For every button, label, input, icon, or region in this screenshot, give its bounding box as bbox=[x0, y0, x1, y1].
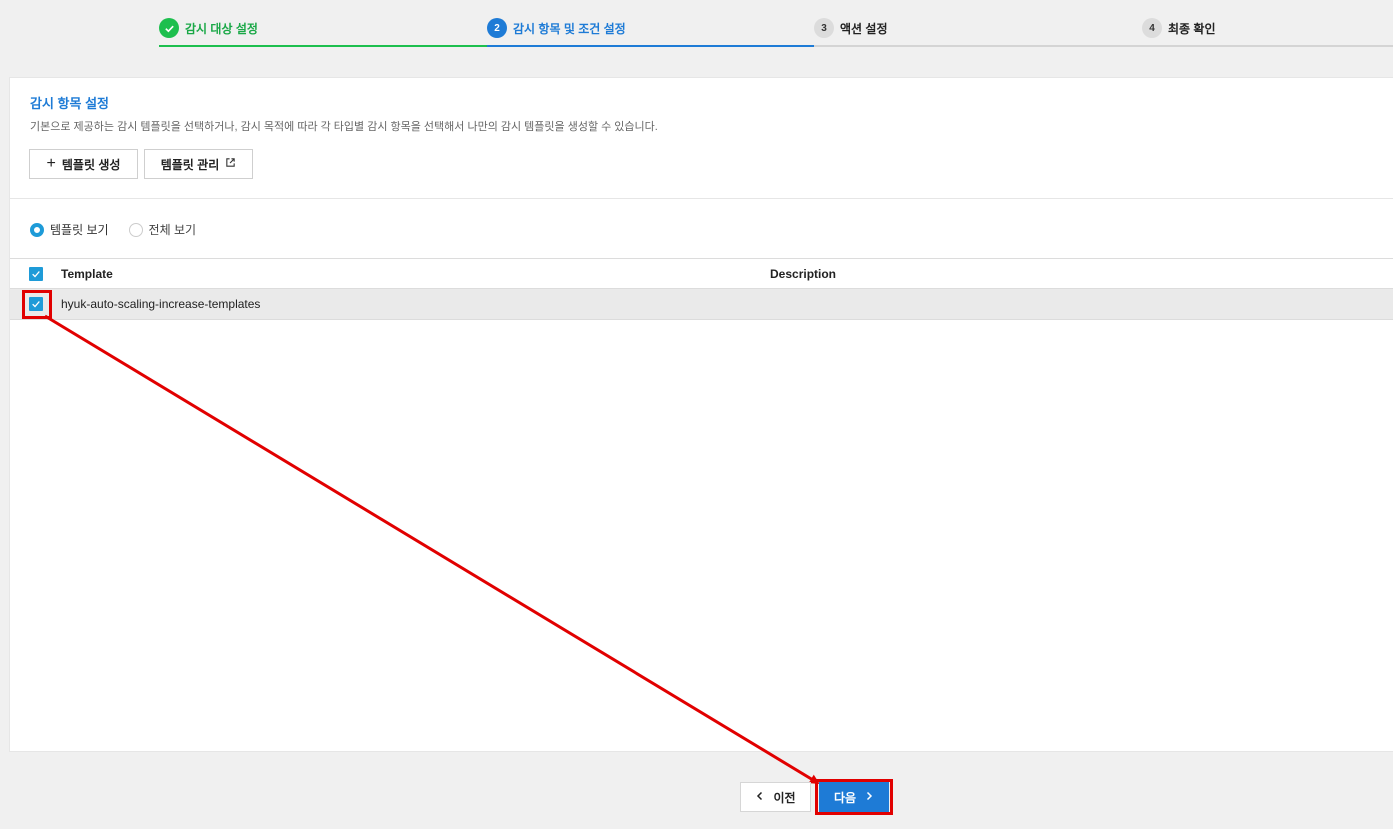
radio-label: 전체 보기 bbox=[148, 223, 197, 237]
prev-button[interactable]: 이전 bbox=[740, 782, 811, 812]
step-number: 2 bbox=[487, 18, 507, 38]
section-title: 감시 항목 설정 bbox=[30, 96, 109, 111]
progress-stepper: 감시 대상 설정 2 감시 항목 및 조건 설정 3 액션 설정 4 최종 확인 bbox=[0, 0, 1393, 48]
radio-unchecked-icon bbox=[128, 222, 143, 237]
step-label: 최종 확인 bbox=[1168, 21, 1216, 36]
section-divider bbox=[10, 198, 1393, 199]
radio-checked-icon bbox=[30, 222, 44, 237]
step-label: 감시 대상 설정 bbox=[185, 21, 258, 36]
chevron-left-icon bbox=[755, 790, 765, 804]
section-description: 기본으로 제공하는 감시 템플릿을 선택하거나, 감시 목적에 따라 각 타입별… bbox=[30, 121, 658, 133]
step-label: 감시 항목 및 조건 설정 bbox=[513, 21, 626, 36]
radio-label: 템플릿 보기 bbox=[50, 223, 109, 237]
prev-label: 이전 bbox=[773, 790, 796, 805]
template-name-cell: hyuk-auto-scaling-increase-templates bbox=[61, 297, 261, 311]
view-mode-radio-group: 템플릿 보기 전체 보기 bbox=[30, 221, 196, 238]
radio-all-view[interactable]: 전체 보기 bbox=[128, 221, 197, 238]
column-header-template[interactable]: Template bbox=[61, 267, 113, 281]
table-row[interactable]: hyuk-auto-scaling-increase-templates bbox=[10, 289, 1393, 320]
next-button-highlight-box bbox=[815, 779, 893, 815]
manage-template-button[interactable]: 템플릿 관리 bbox=[144, 149, 253, 179]
monitoring-item-panel: 감시 항목 설정 기본으로 제공하는 감시 템플릿을 선택하거나, 감시 목적에… bbox=[9, 77, 1393, 752]
step-label: 액션 설정 bbox=[840, 21, 888, 36]
step-item-condition-setting: 2 감시 항목 및 조건 설정 bbox=[487, 0, 814, 47]
column-header-description[interactable]: Description bbox=[770, 267, 836, 281]
step-action-setting: 3 액션 설정 bbox=[814, 0, 1142, 47]
create-template-button[interactable]: + 템플릿 생성 bbox=[29, 149, 138, 179]
table-header: Template Description bbox=[10, 258, 1393, 289]
create-template-label: 템플릿 생성 bbox=[61, 157, 121, 172]
step-final-confirm: 4 최종 확인 bbox=[1142, 0, 1393, 47]
radio-template-view[interactable]: 템플릿 보기 bbox=[30, 221, 109, 238]
step-number: 3 bbox=[814, 18, 834, 38]
step-target-setting: 감시 대상 설정 bbox=[159, 0, 487, 47]
manage-template-label: 템플릿 관리 bbox=[160, 157, 220, 172]
select-all-checkbox[interactable] bbox=[29, 267, 43, 281]
checkbox-highlight-box bbox=[22, 290, 52, 319]
step-number: 4 bbox=[1142, 18, 1162, 38]
plus-icon: + bbox=[46, 155, 56, 172]
check-icon bbox=[159, 18, 179, 38]
external-link-icon bbox=[225, 157, 236, 171]
